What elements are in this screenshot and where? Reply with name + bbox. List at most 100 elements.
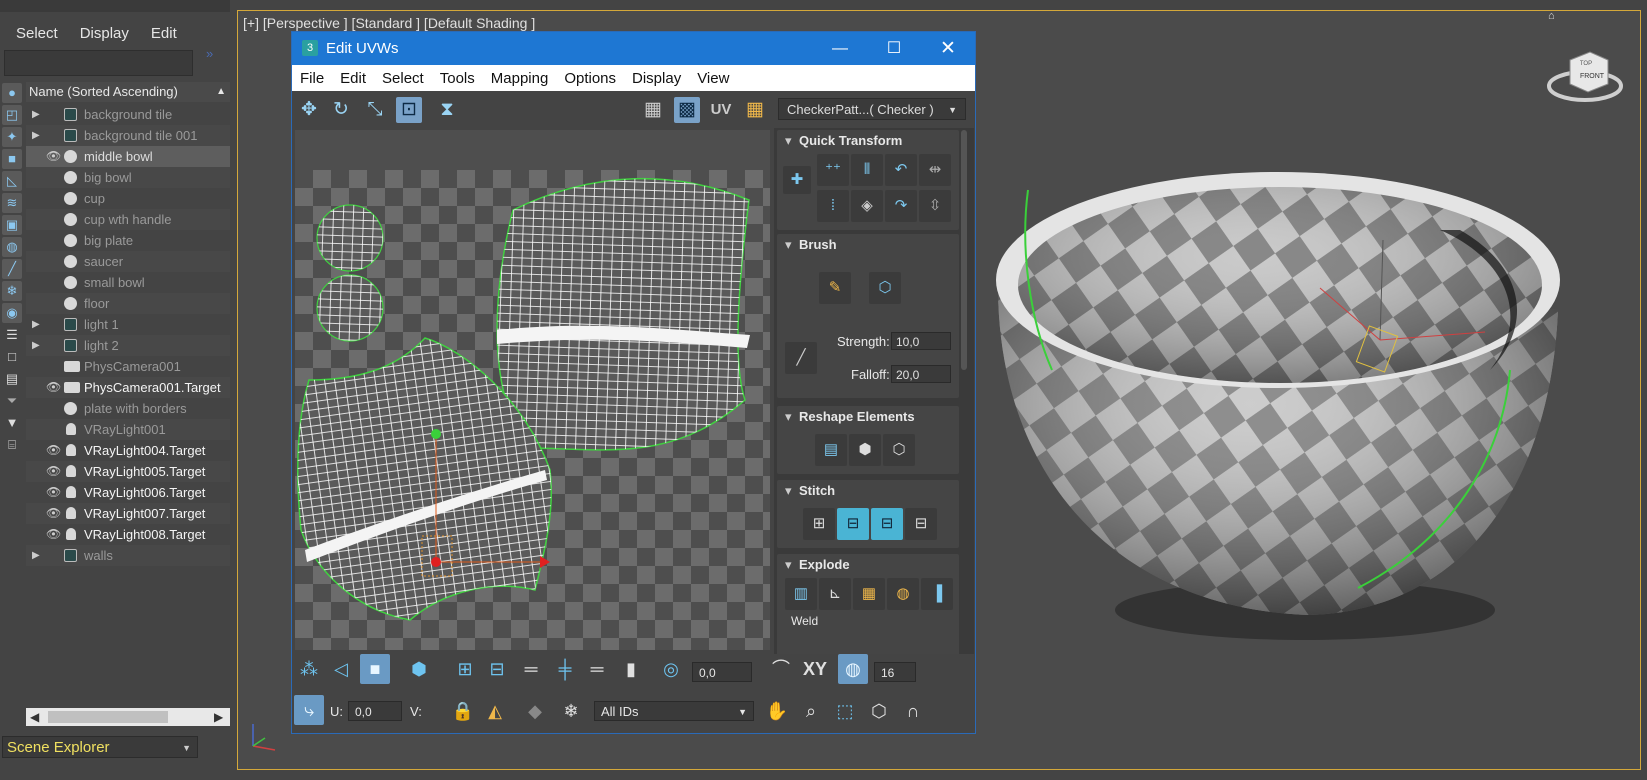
filter-geometry-icon[interactable]: ● [2,83,22,103]
straighten-icon[interactable]: ◈ [851,190,883,222]
move-icon[interactable]: ✥ [296,97,322,123]
set-pivot-icon[interactable]: ✚ [783,166,811,194]
visibility-eye-icon[interactable]: 👁 [46,146,61,167]
rollout-header-brush[interactable]: Brush [777,234,959,256]
filter-helpers-icon[interactable]: ◺ [2,171,22,191]
weld-label[interactable]: Weld [791,614,818,628]
ring-icon[interactable]: ╪ [550,654,580,684]
soft-select-icon[interactable]: ◎ [656,654,686,684]
rollout-header-explode[interactable]: Explode [777,554,959,576]
grow-selection-icon[interactable]: ⊞ [450,654,480,684]
menu-mapping[interactable]: Mapping [483,70,557,87]
explorer-menu-edit[interactable]: Edit [151,25,177,42]
list-item[interactable]: saucer [26,251,230,272]
list-item[interactable]: VRayLight001 [26,419,230,440]
list-item[interactable]: PhysCamera001 [26,356,230,377]
freeform-icon[interactable]: ⊡ [396,97,422,123]
list-item[interactable]: 👁 VRayLight005.Target [26,461,230,482]
loop-uv-icon[interactable]: ═ [582,654,612,684]
grid-value[interactable]: 16 [874,662,916,682]
list-item[interactable]: 👁 VRayLight006.Target [26,482,230,503]
flatten-by-polygon-icon[interactable]: ▦ [853,578,885,610]
uv-label[interactable]: UV [708,97,734,123]
align-vertical-icon[interactable]: ⁞ [817,190,849,222]
list-item[interactable]: 👁 PhysCamera001.Target [26,377,230,398]
falloff-curve-icon[interactable]: ⌒ [766,654,796,684]
list-item[interactable]: cup wth handle [26,209,230,230]
show-map-icon[interactable]: ▦ [640,97,666,123]
flatten-by-smoothing-icon[interactable]: ▐ [921,578,953,610]
panel-scrollbar[interactable] [961,130,967,370]
checker-icon[interactable]: ▩ [674,97,700,123]
list-item[interactable]: small bowl [26,272,230,293]
stitch-custom-icon[interactable]: ⊞ [803,508,835,540]
edge-select-icon[interactable]: ◁ [326,654,356,684]
rotate-icon[interactable]: ↻ [328,97,354,123]
minimize-button[interactable]: — [812,32,868,65]
maximize-button[interactable]: ☐ [866,32,922,65]
visibility-eye-icon[interactable]: 👁 [46,524,61,545]
zoom-region-icon[interactable]: ⬚ [830,696,860,726]
expand-arrow-icon[interactable]: ▶ [32,335,40,356]
none-icon[interactable]: □ [2,347,22,367]
hide-icon[interactable]: ◭ [480,696,510,726]
relax-brush-icon[interactable]: ⬡ [869,272,901,304]
loop-icon[interactable]: ═ [516,654,546,684]
rollout-header-quick-transform[interactable]: Quick Transform [777,130,959,152]
list-item[interactable]: ▶ walls [26,545,230,566]
zoom-icon[interactable]: ⌕ [796,696,826,726]
filter-bones-icon[interactable]: ╱ [2,259,22,279]
transform-mode-icon[interactable]: ⤷ [294,695,324,725]
list-item[interactable]: 👁 middle bowl [26,146,230,167]
shrink-selection-icon[interactable]: ⊟ [482,654,512,684]
flatten-by-material-icon[interactable]: ◍ [887,578,919,610]
explorer-search-input[interactable] [4,50,193,76]
list-item[interactable]: big plate [26,230,230,251]
filter-xrefs-icon[interactable]: ◍ [2,237,22,257]
rollout-header-stitch[interactable]: Stitch [777,480,959,502]
filter-cameras-icon[interactable]: ■ [2,149,22,169]
viewcube-icon[interactable]: TOP FRONT [1540,40,1630,110]
menu-display[interactable]: Display [624,70,689,87]
menu-edit[interactable]: Edit [332,70,374,87]
collapse-arrows-icon[interactable]: » [206,46,213,61]
viewport-label[interactable]: [+] [Perspective ] [Standard ] [Default … [243,15,535,31]
edge-loop-icon[interactable]: ▮ [616,654,646,684]
snap-icon[interactable]: ∩ [898,696,928,726]
freeze-icon[interactable]: ❄ [556,696,586,726]
lock-icon[interactable]: 🔒 [448,696,478,726]
checker-pattern-dropdown[interactable]: CheckerPatt...( Checker ) ▼ [778,98,966,120]
strength-spinner[interactable]: 10,0 [891,332,951,350]
expand-arrow-icon[interactable]: ▶ [32,104,40,125]
space-vertical-icon[interactable]: ⦀ [851,154,883,186]
pan-icon[interactable]: ✋ [762,696,792,726]
menu-view[interactable]: View [689,70,737,87]
menu-tools[interactable]: Tools [432,70,483,87]
uv-editor-canvas[interactable] [295,130,770,650]
uv-layout[interactable] [295,170,770,650]
id-filter-dropdown[interactable]: All IDs ▼ [594,701,754,721]
display-all-icon[interactable]: ◉ [2,303,22,323]
list-item[interactable]: floor [26,293,230,314]
rollout-header-reshape[interactable]: Reshape Elements [777,406,959,428]
invert-icon[interactable]: ▤ [2,369,22,389]
align-to-edge-icon[interactable]: ⇹ [919,154,951,186]
close-button[interactable]: ✕ [920,32,976,65]
home-icon[interactable]: ⌂ [1548,10,1555,22]
element-select-icon[interactable]: ⬢ [404,654,434,684]
explorer-menu-select[interactable]: Select [16,25,58,42]
menu-file[interactable]: File [292,70,332,87]
filter-lights-icon[interactable]: ✦ [2,127,22,147]
detach-edge-icon[interactable]: ⊾ [819,578,851,610]
list-item[interactable]: 👁 VRayLight004.Target [26,440,230,461]
straighten-selection-icon[interactable]: ▤ [815,434,847,466]
visibility-eye-icon[interactable]: 👁 [46,503,61,524]
filter-spacewarps-icon[interactable]: ≋ [2,193,22,213]
soft-select-value[interactable]: 0,0 [692,662,752,682]
filter-icon[interactable]: ⏷ [2,391,22,411]
expand-arrow-icon[interactable]: ▶ [32,125,40,146]
edit-uvws-titlebar[interactable]: 3 Edit UVWs — ☐ ✕ [292,32,975,65]
stitch-to-target-icon[interactable]: ⊟ [905,508,937,540]
list-item[interactable]: big bowl [26,167,230,188]
paint-pin-icon[interactable]: ✎ [819,272,851,304]
